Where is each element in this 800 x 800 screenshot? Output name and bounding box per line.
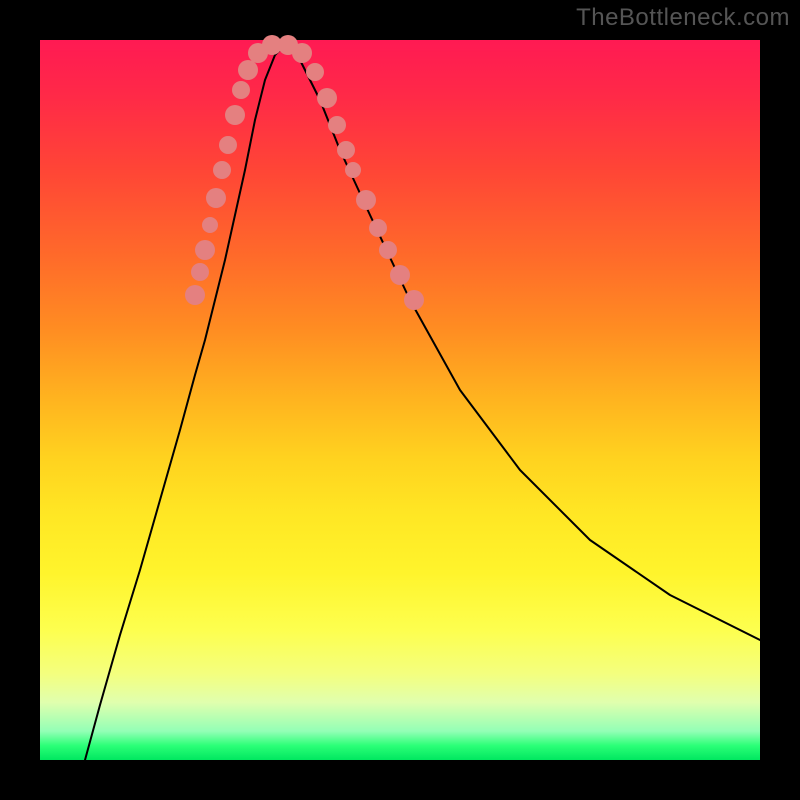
scatter-dot [206, 188, 226, 208]
scatter-dot [292, 43, 312, 63]
scatter-dot [202, 217, 218, 233]
scatter-dot [232, 81, 250, 99]
chart-frame: TheBottleneck.com [0, 0, 800, 800]
scatter-dot [225, 105, 245, 125]
bottleneck-curve [85, 45, 760, 760]
scatter-dot [345, 162, 361, 178]
scatter-dot [191, 263, 209, 281]
scatter-dot [337, 141, 355, 159]
scatter-dot [306, 63, 324, 81]
scatter-dot [356, 190, 376, 210]
scatter-dot [213, 161, 231, 179]
scatter-dot [379, 241, 397, 259]
scatter-dot [390, 265, 410, 285]
scatter-dot [185, 285, 205, 305]
watermark-text: TheBottleneck.com [576, 4, 790, 32]
scatter-dots [185, 35, 424, 310]
scatter-dot [238, 60, 258, 80]
scatter-dot [404, 290, 424, 310]
plot-svg [40, 40, 760, 760]
plot-area [40, 40, 760, 760]
scatter-dot [195, 240, 215, 260]
scatter-dot [328, 116, 346, 134]
scatter-dot [369, 219, 387, 237]
scatter-dot [317, 88, 337, 108]
scatter-dot [219, 136, 237, 154]
